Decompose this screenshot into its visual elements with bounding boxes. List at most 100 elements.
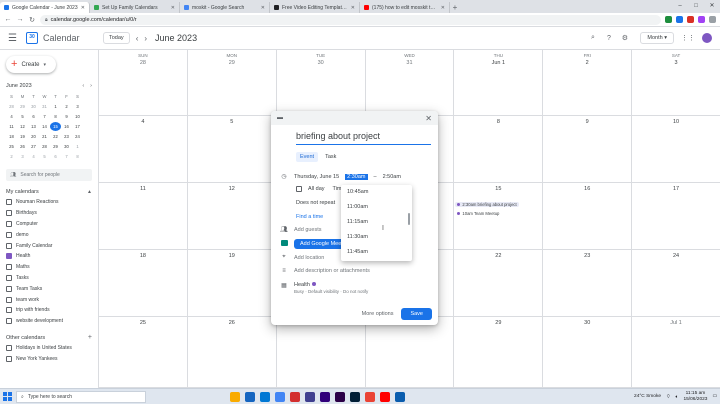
mini-day[interactable]: 16 — [61, 122, 72, 131]
taskbar-app-icon[interactable] — [260, 391, 270, 402]
mini-day[interactable]: 28 — [6, 102, 17, 111]
calendar-checkbox[interactable] — [6, 307, 12, 314]
mini-day[interactable]: 8 — [50, 112, 61, 121]
day-cell[interactable]: THU Jun 1 — [454, 50, 544, 116]
calendar-checkbox[interactable] — [6, 296, 12, 303]
day-number[interactable]: 19 — [229, 253, 235, 259]
day-number[interactable]: 28 — [140, 60, 146, 66]
day-number[interactable]: 16 — [584, 186, 590, 192]
mini-day[interactable]: 5 — [17, 112, 28, 121]
main-menu-icon[interactable]: ☰ — [8, 33, 22, 44]
day-cell[interactable]: 10 — [632, 116, 720, 183]
day-cell[interactable]: 29 — [454, 317, 544, 388]
close-tab-icon[interactable]: ✕ — [81, 5, 85, 11]
back-icon[interactable]: ← — [4, 16, 12, 23]
time-option[interactable]: 11:15am — [341, 215, 412, 230]
mini-day[interactable]: 10 — [72, 112, 83, 121]
add-location-input[interactable]: Add location — [294, 255, 324, 261]
calendar-event[interactable]: 2:30am briefing about project — [455, 202, 519, 207]
add-google-meet-button[interactable]: Add Google Meet — [294, 239, 348, 249]
mini-day[interactable]: 20 — [28, 132, 39, 141]
calendar-checkbox[interactable] — [6, 355, 12, 362]
day-cell[interactable]: FRI 2 — [543, 50, 633, 116]
notifications-icon[interactable]: ▭ — [712, 394, 717, 399]
apps-grid-icon[interactable]: ⋮⋮ — [681, 34, 695, 42]
browser-tab[interactable]: Free Video Editing Templates | ...✕ — [270, 2, 360, 13]
mini-day[interactable]: 29 — [17, 102, 28, 111]
extension-icon[interactable] — [676, 16, 683, 23]
mini-day[interactable]: 1 — [50, 102, 61, 111]
mini-day[interactable]: 9 — [61, 112, 72, 121]
extension-icon[interactable] — [665, 16, 672, 23]
mini-day[interactable]: 26 — [17, 142, 28, 151]
calendar-row[interactable]: ▦ Health Busy · Default visibility · Do … — [280, 282, 368, 294]
day-cell[interactable]: 15 2:30am briefing about project 10am Team… — [454, 183, 544, 250]
day-cell[interactable]: 25 — [99, 317, 188, 388]
calendar-checkbox[interactable] — [6, 220, 12, 227]
repeat-row[interactable]: Does not repeat ▾ — [296, 200, 344, 206]
mini-day[interactable]: 4 — [6, 112, 17, 121]
day-number[interactable]: 25 — [140, 320, 146, 326]
day-cell[interactable]: 16 — [543, 183, 633, 250]
calendar-checkbox[interactable] — [6, 285, 12, 292]
day-cell[interactable]: SAT 3 — [632, 50, 720, 116]
day-number[interactable]: 9 — [586, 119, 589, 125]
taskbar-search-input[interactable]: ⌕ Type here to search — [16, 390, 146, 403]
day-cell[interactable]: 30 — [543, 317, 633, 388]
day-number[interactable]: 30 — [584, 320, 590, 326]
mini-day[interactable]: 7 — [61, 152, 72, 161]
tab-task[interactable]: Task — [321, 152, 340, 162]
calendar-checkbox[interactable] — [6, 242, 12, 249]
windows-start-icon[interactable] — [3, 392, 12, 401]
taskbar-app-icon[interactable] — [230, 391, 240, 402]
browser-tab[interactable]: (175) how to edit mosskit template...✕ — [360, 2, 450, 13]
forward-icon[interactable]: → — [16, 16, 24, 23]
search-icon[interactable]: ⌕ — [588, 34, 597, 42]
day-cell[interactable]: 4 — [99, 116, 188, 183]
close-tab-icon[interactable]: ✕ — [351, 5, 355, 11]
clock[interactable]: 11:15 am 15/06/2023 — [683, 391, 707, 403]
day-number[interactable]: 3 — [675, 60, 678, 66]
taskbar-app-icon[interactable] — [245, 391, 255, 402]
new-tab-button[interactable]: + — [450, 2, 460, 13]
close-icon[interactable]: ✕ — [425, 114, 432, 123]
mini-day[interactable]: 1 — [72, 142, 83, 151]
taskbar-app-icon[interactable] — [380, 391, 390, 402]
day-number[interactable]: Jun 1 — [492, 60, 505, 66]
add-description-input[interactable]: Add description or attachments — [294, 268, 370, 274]
day-number[interactable]: 23 — [584, 253, 590, 259]
day-cell[interactable]: 18 — [99, 250, 188, 317]
calendar-list-item[interactable]: Team Tasks — [6, 283, 92, 294]
time-option[interactable]: 11:30am — [341, 230, 412, 245]
network-icon[interactable]: ⌔ — [666, 394, 671, 400]
day-number[interactable]: 18 — [140, 253, 146, 259]
calendar-checkbox[interactable] — [6, 318, 12, 325]
mini-day[interactable]: 13 — [28, 122, 39, 131]
day-number[interactable]: 12 — [229, 186, 235, 192]
close-tab-icon[interactable]: ✕ — [171, 5, 175, 11]
create-button[interactable]: + Create ▾ — [6, 56, 56, 73]
start-time[interactable]: 2:30am — [345, 173, 368, 180]
reload-icon[interactable]: ↻ — [28, 16, 36, 24]
taskbar-app-icon[interactable] — [350, 391, 360, 402]
mini-prev-icon[interactable]: ‹ — [82, 83, 84, 89]
profile-icon[interactable] — [709, 16, 716, 23]
calendar-checkbox[interactable] — [6, 274, 12, 281]
tab-event[interactable]: Event — [296, 152, 319, 162]
day-cell[interactable]: 28 — [365, 317, 455, 388]
day-cell[interactable]: 24 — [632, 250, 720, 317]
close-tab-icon[interactable]: ✕ — [441, 5, 445, 11]
taskbar-app-icon[interactable] — [335, 391, 345, 402]
mini-day[interactable]: 4 — [28, 152, 39, 161]
my-calendars-header[interactable]: My calendars ▲ — [6, 187, 92, 197]
calendar-list-item[interactable]: team work — [6, 294, 92, 305]
browser-tab[interactable]: Google Calendar - June 2023 ✕ — [0, 2, 90, 13]
calendar-list-item[interactable]: Health — [6, 251, 92, 262]
extension-icon[interactable] — [687, 16, 694, 23]
save-button[interactable]: Save — [401, 308, 432, 320]
settings-icon[interactable]: ⚙ — [620, 34, 629, 42]
day-cell[interactable]: 27 — [276, 317, 366, 388]
time-option[interactable]: 11:00am — [341, 200, 412, 215]
mini-day[interactable]: 5 — [39, 152, 50, 161]
mini-day[interactable]: 23 — [61, 132, 72, 141]
